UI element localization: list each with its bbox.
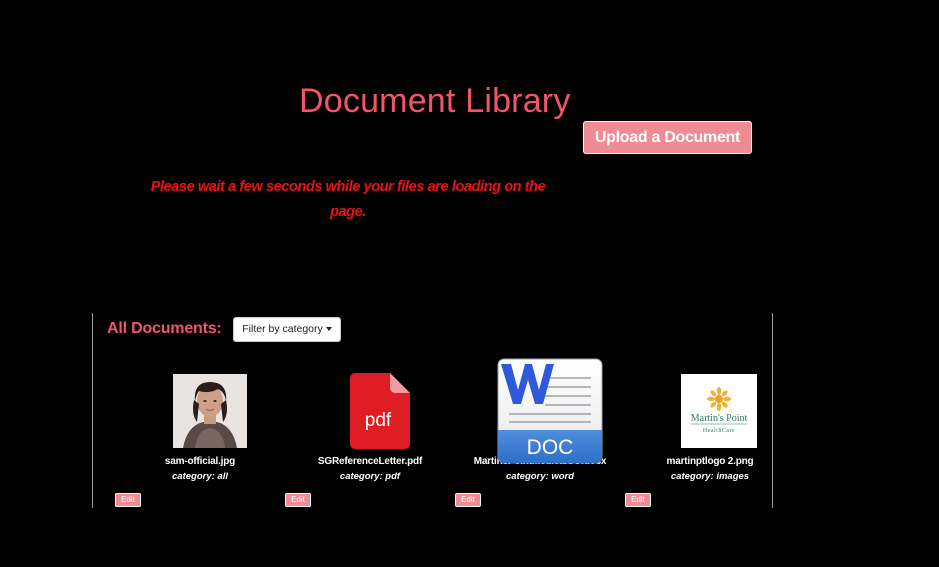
document-name: sam-official.jpg	[164, 456, 236, 467]
document-name: martinptlogo 2.png	[666, 456, 754, 467]
upload-document-button[interactable]: Upload a Document	[583, 121, 752, 154]
edit-button[interactable]: Edit	[285, 493, 311, 507]
document-category: category: pdf	[339, 471, 401, 482]
page-title: Document Library	[299, 82, 571, 120]
document-item: pdf SGReferenceLetter.pdf category: pdf …	[285, 313, 455, 508]
document-item: MartinsPointMedicalSG.docx category: wor…	[455, 313, 625, 508]
document-name: SGReferenceLetter.pdf	[317, 456, 423, 467]
logo-line-1: Martin's Point	[691, 413, 748, 424]
martins-point-logo[interactable]: Martin's Point HealthCare	[681, 374, 757, 448]
edit-button[interactable]: Edit	[115, 493, 141, 507]
edit-button[interactable]: Edit	[625, 493, 651, 507]
document-category: category: word	[505, 471, 575, 482]
document-item: Martin's Point HealthCare martinptlogo 2…	[625, 313, 795, 508]
documents-panel: All Documents: Filter by category sam-of…	[92, 313, 773, 508]
photo-thumbnail[interactable]	[173, 374, 247, 448]
document-category: category: all	[172, 471, 228, 482]
pdf-file-icon[interactable]: pdf	[350, 373, 410, 449]
document-category: category: images	[670, 471, 750, 482]
document-item: sam-official.jpg category: all Edit	[115, 313, 285, 508]
doc-icon-text: DOC	[527, 436, 574, 459]
logo-line-2: HealthCare	[703, 428, 735, 434]
edit-button[interactable]: Edit	[455, 493, 481, 507]
word-doc-icon[interactable]: DOC	[497, 358, 603, 464]
page: Document Library Upload a Document Pleas…	[0, 0, 939, 567]
pdf-icon-text: pdf	[365, 410, 392, 431]
loading-message: Please wait a few seconds while your fil…	[150, 179, 546, 220]
